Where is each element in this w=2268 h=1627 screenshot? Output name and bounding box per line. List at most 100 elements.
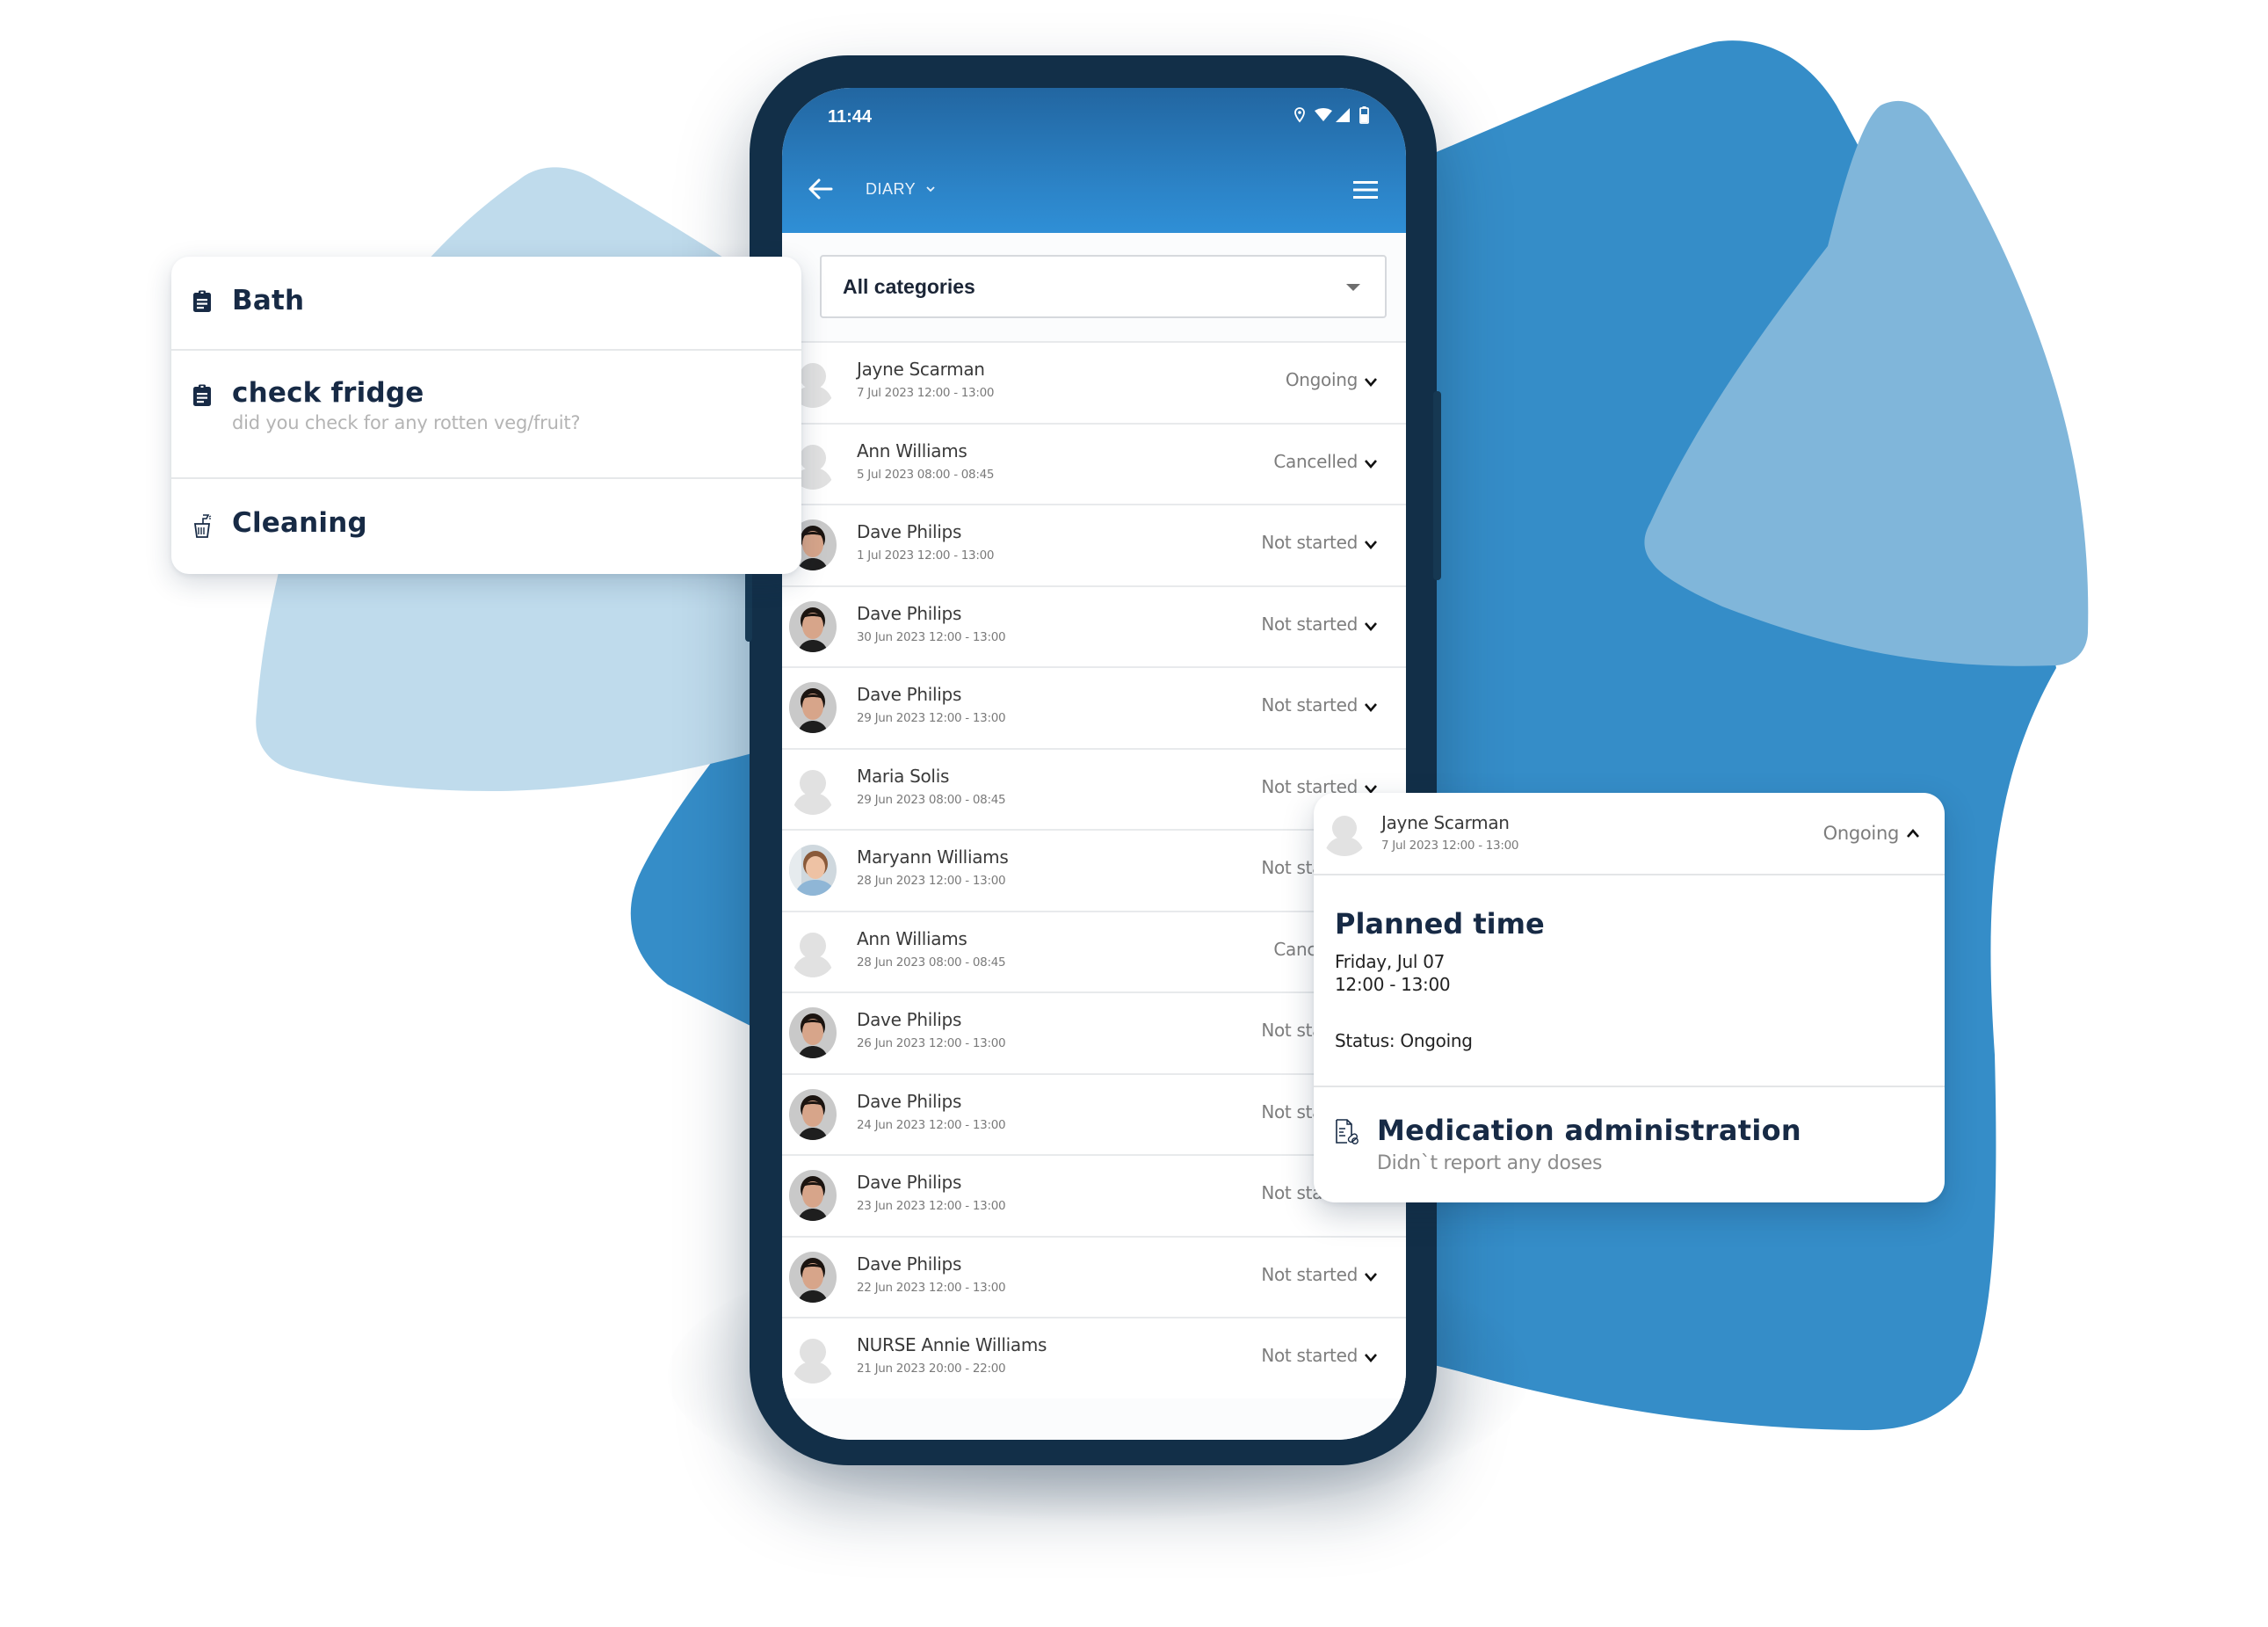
status-icons — [1294, 106, 1369, 124]
task-item-bath[interactable]: Bath — [171, 257, 801, 351]
person-name: Maria Solis — [857, 765, 950, 787]
chevron-down-icon[interactable] — [1364, 458, 1378, 468]
entry-datetime: 1 Jul 2023 12:00 - 13:00 — [857, 548, 995, 563]
planned-time-title: Planned time — [1335, 907, 1545, 941]
task-title: Bath — [232, 285, 305, 316]
diary-list-row[interactable]: Dave Philips 26 Jun 2023 12:00 - 13:00 Not… — [782, 991, 1406, 1073]
entry-datetime: 24 Jun 2023 12:00 - 13:00 — [857, 1117, 1006, 1132]
person-name: Dave Philips — [857, 602, 962, 624]
avatar — [789, 1251, 837, 1303]
diary-list-row[interactable]: Dave Philips 24 Jun 2023 12:00 - 13:00 Not… — [782, 1072, 1406, 1154]
entry-datetime: 30 Jun 2023 12:00 - 13:00 — [857, 629, 1006, 644]
person-name: Dave Philips — [857, 684, 962, 705]
avatar-placeholder — [789, 763, 837, 815]
person-name: Ann Williams — [857, 927, 967, 949]
diary-list-row[interactable]: Ann Williams 5 Jul 2023 08:00 - 08:45 Canc… — [782, 422, 1406, 504]
cleaning-bucket-icon — [193, 514, 212, 538]
category-filter-select[interactable]: All categories — [820, 255, 1387, 318]
signal-icon — [1336, 108, 1350, 122]
battery-icon — [1359, 106, 1369, 124]
person-name: NURSE Annie Williams — [857, 1334, 1047, 1355]
medication-title: Medication administration — [1377, 1114, 1801, 1147]
chevron-down-icon[interactable] — [1364, 621, 1378, 631]
chevron-down-icon[interactable] — [1364, 376, 1378, 387]
caret-down-icon — [1346, 284, 1360, 291]
chevron-down-icon[interactable] — [1364, 1271, 1378, 1282]
detail-card-header[interactable]: Jayne Scarman 7 Jul 2023 12:00 - 13:00 O… — [1314, 793, 1945, 875]
diary-list-row[interactable]: Maria Solis 29 Jun 2023 08:00 - 08:45 Not … — [782, 747, 1406, 829]
arrow-left-icon[interactable] — [805, 176, 837, 202]
avatar — [789, 682, 837, 733]
entry-datetime: 5 Jul 2023 08:00 - 08:45 — [857, 467, 995, 482]
status-line: Status: Ongoing — [1335, 1030, 1473, 1051]
detail-datetime: 7 Jul 2023 12:00 - 13:00 — [1381, 839, 1519, 853]
diary-list-row[interactable]: Ann Williams28 Jun 2023 08:00 - 08:45Can… — [782, 910, 1406, 991]
chevron-down-icon[interactable] — [1364, 701, 1378, 712]
entry-datetime: 7 Jul 2023 12:00 - 13:00 — [857, 386, 995, 400]
clipboard-icon — [193, 290, 211, 312]
status-label: Not started — [1261, 694, 1358, 715]
avatar — [789, 845, 837, 896]
entry-datetime: 26 Jun 2023 12:00 - 13:00 — [857, 1036, 1006, 1050]
diary-list-row[interactable]: Dave Philips 29 Jun 2023 12:00 - 13:00 Not… — [782, 666, 1406, 748]
detail-person-name: Jayne Scarman — [1381, 812, 1510, 833]
entry-datetime: 22 Jun 2023 12:00 - 13:00 — [857, 1280, 1006, 1295]
diary-entry-detail-card: Jayne Scarman 7 Jul 2023 12:00 - 13:00 O… — [1314, 793, 1945, 1202]
chevron-down-icon[interactable] — [1364, 539, 1378, 549]
status-label: Not started — [1261, 532, 1358, 553]
entry-datetime: 29 Jun 2023 08:00 - 08:45 — [857, 792, 1006, 807]
hamburger-menu-icon[interactable] — [1351, 178, 1380, 201]
diary-list-row[interactable]: Dave Philips 30 Jun 2023 12:00 - 13:00 Not… — [782, 585, 1406, 666]
status-time: 11:44 — [828, 107, 873, 127]
chevron-down-icon[interactable] — [1364, 783, 1378, 794]
avatar-placeholder — [789, 1333, 837, 1384]
status-label: Cancelled — [1273, 450, 1358, 472]
diary-list-row[interactable]: Jayne Scarman 7 Jul 2023 12:00 - 13:00 Ong… — [782, 341, 1406, 423]
chevron-up-icon[interactable] — [1906, 828, 1920, 839]
clipboard-icon — [193, 384, 211, 406]
entry-datetime: 21 Jun 2023 20:00 - 22:00 — [857, 1362, 1006, 1376]
task-item-cleaning[interactable]: Cleaning — [171, 479, 801, 574]
entry-datetime: 28 Jun 2023 08:00 - 08:45 — [857, 955, 1006, 970]
task-title: Cleaning — [232, 507, 367, 539]
diary-list-row[interactable]: Dave Philips 1 Jul 2023 12:00 - 13:00 Not … — [782, 504, 1406, 585]
phone-side-button-right — [1433, 391, 1441, 580]
person-name: Dave Philips — [857, 1009, 962, 1030]
task-subtitle: did you check for any rotten veg/fruit? — [232, 412, 581, 433]
avatar — [789, 1170, 837, 1221]
app-bar: 11:44 DIARY — [782, 88, 1406, 233]
status-label: Not started — [1261, 1345, 1358, 1366]
location-icon — [1294, 107, 1305, 123]
person-name: Ann Williams — [857, 439, 967, 461]
task-title: check fridge — [232, 377, 424, 409]
person-name: Dave Philips — [857, 521, 962, 542]
entry-datetime: 28 Jun 2023 12:00 - 13:00 — [857, 874, 1006, 888]
diary-title-dropdown[interactable]: DIARY — [866, 180, 935, 199]
task-item-check-fridge[interactable]: check fridge did you check for any rotte… — [171, 351, 801, 479]
medication-document-icon — [1336, 1119, 1359, 1144]
chevron-down-icon — [926, 186, 935, 192]
avatar — [789, 600, 837, 652]
diary-list-row[interactable]: Dave Philips 23 Jun 2023 12:00 - 13:00 Not… — [782, 1154, 1406, 1236]
person-name: Maryann Williams — [857, 846, 1009, 868]
diary-list-row[interactable]: Maryann Williams 28 Jun 2023 12:00 - 13:0… — [782, 829, 1406, 911]
status-label: Not started — [1261, 1263, 1358, 1285]
diary-list-row[interactable]: Dave Philips 22 Jun 2023 12:00 - 13:00 Not… — [782, 1235, 1406, 1317]
avatar-placeholder — [789, 926, 837, 977]
category-filter-value: All categories — [843, 274, 975, 298]
diary-list-row[interactable]: NURSE Annie Williams 21 Jun 2023 20:00 - … — [782, 1317, 1406, 1398]
chevron-down-icon[interactable] — [1364, 1352, 1378, 1362]
status-label: Ongoing — [1285, 369, 1358, 390]
person-name: Jayne Scarman — [857, 359, 985, 380]
diary-list: Jayne Scarman 7 Jul 2023 12:00 - 13:00 Ong… — [782, 341, 1406, 1398]
phone-screen: 11:44 DIARY All categories Jayne Scarman… — [782, 88, 1406, 1440]
avatar-placeholder — [1321, 810, 1368, 856]
medication-administration-item[interactable]: Medication administration Didn`t report … — [1314, 1087, 1945, 1202]
phone-side-button-left — [745, 571, 752, 642]
wifi-icon — [1315, 108, 1332, 121]
entry-datetime: 29 Jun 2023 12:00 - 13:00 — [857, 711, 1006, 725]
planned-day: Friday, Jul 07 — [1335, 951, 1446, 972]
avatar — [789, 1088, 837, 1140]
entry-datetime: 23 Jun 2023 12:00 - 13:00 — [857, 1199, 1006, 1213]
task-list-card: Bath check fridge did you check for any … — [171, 257, 801, 574]
